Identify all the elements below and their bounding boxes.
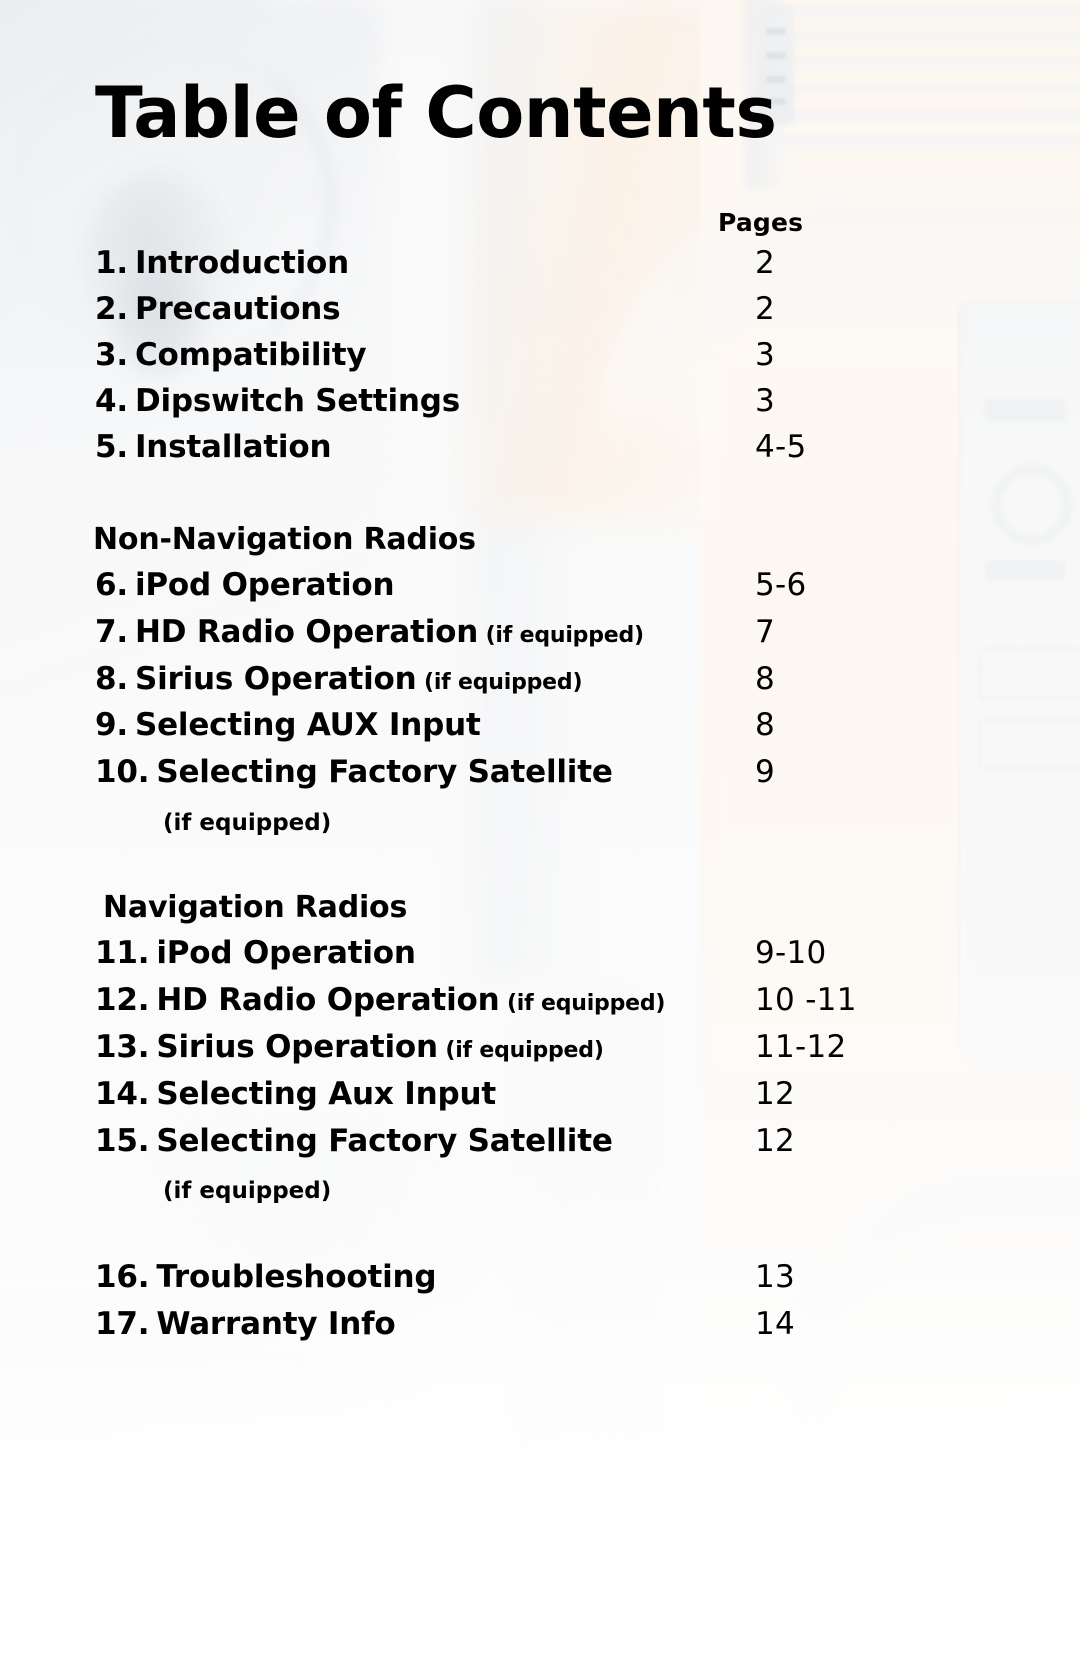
toc-entry-page-number: 3 [755, 383, 776, 419]
toc-entry-title: HD Radio Operation [156, 982, 500, 1018]
toc-entry-page-number: 2 [755, 245, 776, 281]
toc-entry-row[interactable]: 14. Selecting Aux Input 12 [0, 1079, 1080, 1125]
toc-entry-number: 13. [95, 1029, 150, 1065]
toc-entry-row[interactable]: 10. Selecting Factory Satellite 9 [0, 757, 1080, 803]
toc-entry-row[interactable]: 16. Troubleshooting 13 [0, 1262, 1080, 1308]
pages-column-header: Pages [718, 208, 804, 237]
toc-entry-row[interactable]: 7. HD Radio Operation (if equipped) 7 [0, 617, 1080, 663]
toc-entry-title: Selecting Factory Satellite [156, 754, 613, 790]
toc-entry-number: 3. [95, 337, 128, 373]
toc-entry-page-number: 3 [755, 337, 776, 373]
toc-entry-row[interactable]: 11. iPod Operation 9-10 [0, 938, 1080, 984]
toc-entry-number: 12. [95, 982, 150, 1018]
toc-entry-number: 15. [95, 1123, 150, 1159]
note-if-equipped-item-15: (if equipped) [163, 1178, 332, 1204]
toc-entry-row[interactable]: 6. iPod Operation 5-6 [0, 570, 1080, 616]
toc-entry-title: Dipswitch Settings [134, 383, 461, 419]
toc-entry-number: 1. [95, 245, 128, 281]
toc-entry-label[interactable]: 10. Selecting Factory Satellite [95, 757, 613, 788]
toc-entry-page-number: 8 [755, 707, 776, 743]
toc-entry-title: Selecting Factory Satellite [156, 1123, 613, 1159]
toc-entry-title: Warranty Info [156, 1306, 396, 1342]
toc-entry-label[interactable]: 14. Selecting Aux Input [95, 1079, 496, 1110]
toc-entry-row[interactable]: 15. Selecting Factory Satellite 12 [0, 1126, 1080, 1172]
toc-entry-label[interactable]: 17. Warranty Info [95, 1309, 396, 1340]
toc-entry-row[interactable]: 9. Selecting AUX Input 8 [0, 710, 1080, 756]
toc-entry-title: Selecting Aux Input [156, 1076, 496, 1112]
toc-entry-label[interactable]: 7. HD Radio Operation (if equipped) [95, 617, 644, 648]
toc-entry-label[interactable]: 16. Troubleshooting [95, 1259, 437, 1295]
toc-entry-number: 4. [95, 383, 128, 419]
toc-entry-label[interactable]: 6. iPod Operation [95, 567, 395, 603]
toc-entry-qualifier: (if equipped) [416, 670, 583, 695]
toc-entry-page-number: 14 [755, 1306, 796, 1342]
toc-entry-page-number: 12 [755, 1076, 796, 1112]
toc-entry-title: Sirius Operation [156, 1029, 438, 1065]
toc-entry-number: 11. [95, 935, 150, 971]
toc-entry-title: Compatibility [134, 337, 367, 373]
toc-entry-page-number: 8 [755, 661, 776, 697]
toc-entry-page-number: 10 -11 [755, 982, 857, 1018]
toc-entry-title: Selecting AUX Input [134, 707, 481, 743]
toc-entry-page-number: 12 [755, 1123, 796, 1159]
section-heading-navigation-radios: Navigation Radios [103, 890, 408, 925]
toc-entry-label[interactable]: 8. Sirius Operation (if equipped) [95, 661, 583, 697]
page-title: Table of Contents [95, 72, 777, 154]
toc-entry-number: 6. [95, 567, 128, 603]
toc-entry-title: Sirius Operation [134, 661, 417, 697]
toc-entry-label[interactable]: 2. Precautions [95, 291, 341, 327]
toc-entry-page-number: 11-12 [755, 1029, 847, 1065]
toc-entry-page-number: 13 [755, 1259, 796, 1295]
toc-entry-page-number: 9-10 [755, 935, 827, 971]
toc-entry-number: 9. [95, 707, 128, 743]
toc-entry-qualifier: (if equipped) [478, 623, 645, 648]
toc-entry-number: 2. [95, 291, 128, 327]
toc-entry-label[interactable]: 13. Sirius Operation (if equipped) [95, 1032, 604, 1063]
toc-entry-title: Precautions [134, 291, 341, 327]
toc-entry-page-number: 5-6 [755, 567, 807, 603]
toc-entry-page-number: 2 [755, 291, 776, 327]
toc-entry-title: iPod Operation [134, 567, 395, 603]
toc-entry-row[interactable]: 2. Precautions 2 [0, 294, 1080, 340]
toc-entry-label[interactable]: 12. HD Radio Operation (if equipped) [95, 985, 665, 1016]
toc-entry-qualifier: (if equipped) [437, 1038, 604, 1063]
toc-entry-number: 8. [95, 661, 128, 697]
toc-entry-title: iPod Operation [156, 935, 416, 971]
toc-entry-title: HD Radio Operation [134, 614, 479, 650]
toc-entry-number: 14. [95, 1076, 150, 1112]
toc-entry-number: 17. [95, 1306, 150, 1342]
toc-entry-label[interactable]: 3. Compatibility [95, 337, 367, 373]
toc-entry-page-number: 7 [755, 614, 776, 650]
toc-entry-label[interactable]: 9. Selecting AUX Input [95, 710, 481, 741]
toc-entry-number: 5. [95, 429, 128, 465]
toc-entry-title: Installation [134, 429, 332, 465]
toc-entry-number: 10. [95, 754, 150, 790]
toc-entry-row[interactable]: 13. Sirius Operation (if equipped) 11-12 [0, 1032, 1080, 1078]
note-if-equipped-item-10: (if equipped) [163, 810, 332, 836]
toc-entry-row[interactable]: 4. Dipswitch Settings 3 [0, 386, 1080, 432]
toc-entry-page-number: 9 [755, 754, 776, 790]
toc-entry-label[interactable]: 1. Introduction [95, 248, 349, 279]
toc-entry-label[interactable]: 5. Installation [95, 429, 332, 465]
toc-entry-number: 16. [95, 1259, 150, 1295]
toc-entry-row[interactable]: 5. Installation 4-5 [0, 432, 1080, 478]
toc-entry-row[interactable]: 1. Introduction 2 [0, 248, 1080, 294]
toc-entry-label[interactable]: 4. Dipswitch Settings [95, 386, 460, 417]
section-heading-non-navigation-radios: Non-Navigation Radios [93, 522, 476, 557]
toc-entry-row[interactable]: 8. Sirius Operation (if equipped) 8 [0, 664, 1080, 710]
toc-entry-row[interactable]: 12. HD Radio Operation (if equipped) 10 -1… [0, 985, 1080, 1031]
toc-entry-title: Troubleshooting [156, 1259, 437, 1295]
toc-entry-label[interactable]: 11. iPod Operation [95, 938, 416, 969]
toc-entry-row[interactable]: 17. Warranty Info 14 [0, 1309, 1080, 1355]
table-of-contents: Table of Contents Pages Non-Navigation R… [0, 0, 1080, 1669]
toc-entry-row[interactable]: 3. Compatibility 3 [0, 340, 1080, 386]
toc-entry-qualifier: (if equipped) [499, 991, 666, 1016]
toc-entry-number: 7. [95, 614, 128, 650]
toc-entry-title: Introduction [134, 245, 350, 281]
toc-entry-label[interactable]: 15. Selecting Factory Satellite [95, 1126, 613, 1157]
toc-entry-page-number: 4-5 [755, 429, 807, 465]
